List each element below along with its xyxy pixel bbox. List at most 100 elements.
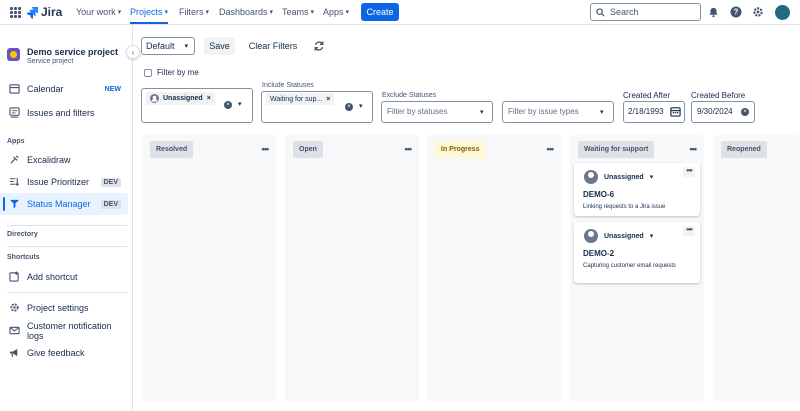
sidebar-item-label: Issues and filters (27, 108, 95, 118)
create-button[interactable]: Create (361, 3, 399, 21)
view-select[interactable]: Default ▾ (141, 37, 195, 55)
chevron-down-icon: ▾ (310, 9, 315, 16)
filter-by-me-checkbox[interactable]: Filter by me (144, 68, 199, 77)
chevron-down-icon: ▾ (205, 9, 210, 16)
more-options-icon[interactable]: ••• (262, 144, 270, 154)
card-assignee[interactable]: Unassigned ▾ (604, 232, 653, 241)
sidebar-item-label: Status Manager (27, 199, 91, 209)
issue-key[interactable]: DEMO-2 (583, 249, 614, 258)
more-options-icon[interactable]: ••• (547, 144, 555, 154)
sidebar-item-customer-notification-logs[interactable]: Customer notification logs (0, 320, 128, 342)
issue-key[interactable]: DEMO-6 (583, 190, 614, 199)
sidebar-divider (7, 246, 127, 247)
chevron-down-icon[interactable]: ▾ (238, 100, 242, 108)
more-options-icon[interactable]: ••• (405, 144, 413, 154)
help-icon[interactable]: ? (729, 5, 743, 19)
board-column-resolved: Resolved ••• (142, 135, 276, 401)
board-column-waiting-for-support: Waiting for support ••• Unassigned ▾ •••… (570, 135, 704, 401)
issue-card[interactable]: Unassigned ▾ ••• DEMO-6 Linking requests… (574, 163, 700, 216)
nav-label: Your work (76, 7, 116, 17)
search-input[interactable]: Search (590, 3, 701, 21)
chevron-down-icon[interactable]: ▾ (600, 108, 604, 116)
assignee-label: Unassigned (604, 173, 644, 181)
chevron-down-icon[interactable]: ▾ (359, 102, 363, 110)
project-name[interactable]: Demo service project (27, 47, 118, 57)
calendar-icon (9, 84, 20, 94)
clear-assignee-icon[interactable]: × (224, 101, 232, 109)
issues-icon (9, 107, 20, 118)
gear-icon (10, 303, 19, 312)
top-navigation: Jira Your work ▾ Projects ▾ Filters ▾ Dashb… (0, 0, 800, 25)
add-shortcut-icon (9, 271, 19, 282)
remove-chip-icon[interactable]: × (207, 95, 211, 102)
column-title: Resolved (150, 141, 194, 158)
nav-filters[interactable]: Filters ▾ (179, 7, 209, 17)
prioritizer-icon (9, 177, 20, 186)
issue-summary: Linking requests to a Jira issue (583, 204, 666, 210)
more-options-icon[interactable]: ••• (683, 226, 695, 236)
sidebar-divider (7, 292, 127, 293)
user-avatar[interactable] (775, 5, 790, 20)
nav-teams[interactable]: Teams ▾ (282, 7, 314, 17)
logo-text: Jira (41, 5, 63, 19)
shortcuts-heading: Shortcuts (7, 254, 40, 261)
sidebar-item-label: Customer notification logs (27, 321, 112, 341)
sidebar-item-calendar[interactable]: Calendar NEW (0, 78, 128, 100)
new-badge: NEW (104, 85, 121, 93)
notifications-icon[interactable] (706, 5, 720, 19)
dev-badge: DEV (100, 199, 121, 209)
chevron-down-icon: ▾ (345, 9, 350, 16)
jira-logo[interactable]: Jira (27, 5, 62, 19)
save-button[interactable]: Save (204, 37, 235, 55)
more-options-icon[interactable]: ••• (683, 167, 695, 177)
more-options-icon[interactable]: ••• (690, 144, 698, 154)
search-icon (596, 7, 605, 17)
exclude-statuses-label: Exclude Statuses (382, 92, 437, 99)
include-statuses-label: Include Statuses (262, 82, 314, 89)
issue-card[interactable]: Unassigned ▾ ••• DEMO-2 Capturing custom… (574, 222, 700, 283)
clear-include-icon[interactable]: × (345, 103, 353, 111)
card-assignee[interactable]: Unassigned ▾ (604, 173, 653, 182)
board-column-reopened: Reopened (713, 135, 800, 401)
column-title: In Progress (435, 141, 486, 158)
refresh-icon[interactable] (313, 40, 325, 52)
nav-dashboards[interactable]: Dashboards ▾ (219, 7, 273, 17)
sidebar-item-issue-prioritizer[interactable]: Issue Prioritizer DEV (0, 171, 128, 193)
exclude-placeholder: Filter by statuses (387, 107, 448, 116)
sidebar-item-status-manager[interactable]: Status Manager DEV (0, 193, 128, 215)
project-type: Service project (27, 58, 74, 65)
sidebar-item-project-settings[interactable]: Project settings (0, 297, 128, 319)
app-switcher-icon[interactable] (10, 7, 21, 18)
nav-your-work[interactable]: Your work ▾ (76, 7, 121, 17)
nav-label: Projects (130, 7, 163, 17)
chevron-down-icon: ▾ (184, 43, 189, 50)
apps-heading: Apps (7, 138, 25, 145)
view-select-value: Default (146, 41, 175, 51)
add-shortcut-button[interactable]: Add shortcut (0, 266, 128, 288)
settings-gear-icon[interactable] (751, 5, 765, 19)
board-column-open: Open ••• (285, 135, 419, 401)
directory-heading[interactable]: Directory (7, 231, 38, 238)
checkbox[interactable] (144, 68, 152, 77)
calendar-picker-icon[interactable] (670, 106, 681, 117)
chip-label: Unassigned (163, 95, 203, 102)
collapse-sidebar-button[interactable]: ‹ (126, 45, 140, 59)
clear-filters-button[interactable]: Clear Filters (244, 37, 302, 55)
nav-projects[interactable]: Projects ▾ (130, 7, 169, 24)
nav-apps[interactable]: Apps ▾ (323, 7, 349, 17)
include-status-chip: Waiting for sup... × (266, 93, 335, 105)
sidebar-item-excalidraw[interactable]: Excalidraw (0, 149, 128, 171)
mail-icon (9, 326, 20, 335)
sidebar-item-give-feedback[interactable]: Give feedback (0, 342, 128, 364)
clear-date-icon[interactable]: × (741, 108, 749, 116)
filter-by-me-label: Filter by me (157, 68, 199, 77)
sidebar-divider (7, 225, 127, 226)
chip-label: Waiting for sup... (270, 95, 323, 103)
chevron-down-icon: ▾ (269, 9, 274, 16)
sidebar-item-issues-and-filters[interactable]: Issues and filters (0, 102, 128, 124)
chevron-down-icon[interactable]: ▾ (480, 108, 484, 116)
remove-chip-icon[interactable]: × (326, 96, 330, 103)
created-after-label: Created After (623, 91, 671, 100)
nav-label: Apps (323, 7, 344, 17)
nav-label: Dashboards (219, 7, 268, 17)
